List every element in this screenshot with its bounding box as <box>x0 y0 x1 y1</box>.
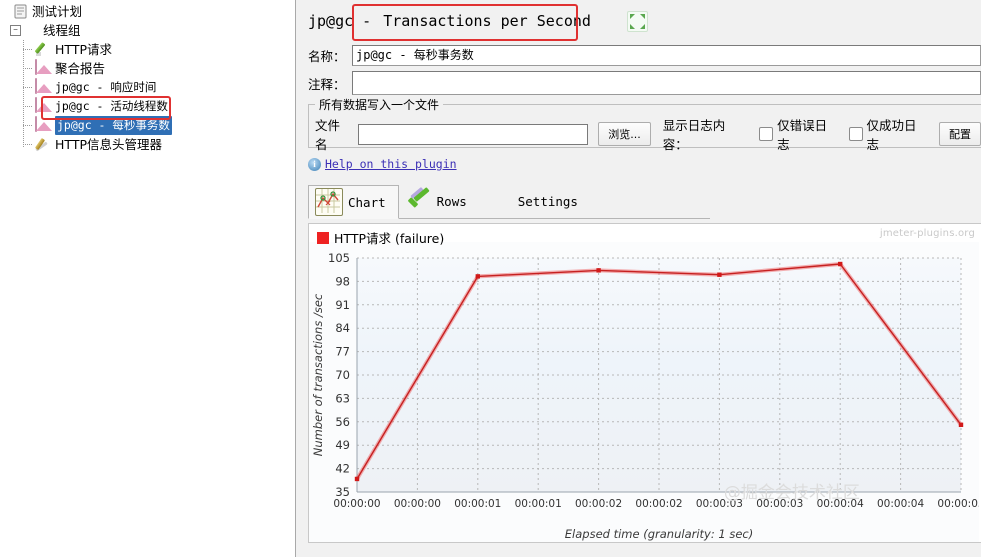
tree-item-label: jp@gc - 响应时间 <box>55 80 157 94</box>
tree-item-label: 聚合报告 <box>55 61 106 76</box>
checkbox-icon[interactable] <box>759 127 774 141</box>
filename-label: 文件名 <box>315 118 341 152</box>
svg-text:00:00:01: 00:00:01 <box>515 498 562 510</box>
graph-icon <box>35 78 52 96</box>
svg-text:49: 49 <box>335 438 350 452</box>
configure-button[interactable]: 配置 <box>938 122 981 146</box>
svg-text:105: 105 <box>328 251 350 265</box>
checkbox-success-only[interactable]: 仅成功日志 <box>848 115 929 153</box>
tree-item-test-plan[interactable]: 测试计划 <box>10 2 295 21</box>
log-display-label: 显示日志内容： <box>662 118 726 152</box>
panel-title-row: jp@gc - Transactions per Second <box>296 0 981 42</box>
tab-rows-label: Rows <box>436 194 467 209</box>
rows-check-icon <box>406 186 432 215</box>
svg-text:00:00:04: 00:00:04 <box>877 498 924 510</box>
plugin-watermark: jmeter-plugins.org <box>879 228 975 239</box>
svg-text:91: 91 <box>335 298 350 312</box>
tab-chart-label: Chart <box>348 194 386 210</box>
tree-expander[interactable]: − <box>10 25 21 36</box>
info-icon: i <box>308 157 321 171</box>
svg-text:00:00:00: 00:00:00 <box>333 498 380 510</box>
svg-text:Number of transactions /sec: Number of transactions /sec <box>311 293 325 456</box>
tree-item-transactions-per-second[interactable]: jp@gc - 每秒事务数 <box>2 116 295 135</box>
svg-text:77: 77 <box>335 345 350 359</box>
tps-chart[interactable]: HTTP请求 (failure) jmeter-plugins.org 35 42… <box>308 223 981 543</box>
name-field-row: 名称： jp@gc - 每秒事务数 <box>296 42 981 68</box>
comment-label: 注释： <box>308 76 346 92</box>
filename-input[interactable] <box>358 123 589 145</box>
browse-button[interactable]: 浏览... <box>598 122 651 146</box>
legend-label: HTTP请求 (failure) <box>334 231 445 246</box>
write-all-data-groupbox: 所有数据写入一个文件 文件名 浏览... 显示日志内容： 仅错误日志 仅成功日志… <box>308 96 981 152</box>
tree-item-label: 线程组 <box>43 23 81 38</box>
tree-item-label-selected: jp@gc - 每秒事务数 <box>55 116 172 135</box>
aggregate-report-icon <box>35 59 52 77</box>
comment-input[interactable] <box>352 71 981 95</box>
app-window: 测试计划 − 线程组 HTTP请求 聚合报告 jp@gc - 响应时间 jp@g… <box>0 0 981 557</box>
tree-item-http-request[interactable]: HTTP请求 <box>2 40 295 59</box>
svg-text:84: 84 <box>335 321 350 335</box>
settings-gear-icon <box>487 189 513 215</box>
test-plan-tree[interactable]: 测试计划 − 线程组 HTTP请求 聚合报告 jp@gc - 响应时间 jp@g… <box>0 0 295 154</box>
test-plan-icon <box>12 3 29 20</box>
checkbox-icon[interactable] <box>848 127 863 141</box>
svg-text:35: 35 <box>335 485 350 499</box>
tree-item-label: jp@gc - 活动线程数 <box>55 99 168 113</box>
svg-text:42: 42 <box>335 462 350 476</box>
title-annotation-box <box>352 4 578 41</box>
comment-field-row: 注释： <box>296 68 981 98</box>
tree-item-thread-group[interactable]: − 线程组 <box>10 21 295 40</box>
svg-text:00:00:05: 00:00:05 <box>937 498 979 510</box>
tree-item-aggregate-report[interactable]: 聚合报告 <box>2 59 295 78</box>
tab-chart[interactable]: Chart <box>308 185 399 219</box>
tree-item-label: HTTP信息头管理器 <box>55 137 162 152</box>
tree-item-label: HTTP请求 <box>55 42 112 57</box>
thread-group-icon <box>23 22 40 39</box>
tab-rows[interactable]: Rows <box>398 184 480 218</box>
svg-text:00:00:00: 00:00:00 <box>394 498 441 510</box>
name-input[interactable]: jp@gc - 每秒事务数 <box>352 44 981 66</box>
expand-icon[interactable] <box>626 10 648 32</box>
svg-text:00:00:02: 00:00:02 <box>635 498 682 510</box>
svg-text:56: 56 <box>335 415 350 429</box>
svg-text:00:00:02: 00:00:02 <box>575 498 622 510</box>
tab-settings-label: Settings <box>517 194 578 209</box>
name-label: 名称： <box>308 48 346 64</box>
svg-text:70: 70 <box>335 368 350 382</box>
tree-item-header-manager[interactable]: HTTP信息头管理器 <box>2 135 295 154</box>
graph-icon <box>35 116 52 134</box>
chart-canvas: 35 42 49 56 63 70 77 84 91 98 105 00:00:00 00:00:00 0… <box>309 242 979 542</box>
svg-text:@掘金会技术社区: @掘金会技术社区 <box>724 483 860 503</box>
http-request-icon <box>35 41 52 58</box>
tree-item-response-times[interactable]: jp@gc - 响应时间 <box>2 78 295 97</box>
checkbox-success-label: 仅成功日志 <box>866 118 917 152</box>
element-config-panel: jp@gc - Transactions per Second 名称： jp@g… <box>296 0 981 557</box>
graph-icon <box>35 97 52 115</box>
svg-text:63: 63 <box>335 391 350 405</box>
legend-swatch <box>317 231 329 244</box>
header-manager-icon <box>35 136 52 153</box>
test-plan-tree-panel: 测试计划 − 线程组 HTTP请求 聚合报告 jp@gc - 响应时间 jp@g… <box>0 0 296 557</box>
svg-text:98: 98 <box>335 274 350 288</box>
tab-settings[interactable]: Settings <box>479 184 591 218</box>
svg-text:Elapsed time (granularity: 1 s: Elapsed time (granularity: 1 sec) <box>565 527 753 541</box>
tree-item-active-threads[interactable]: jp@gc - 活动线程数 <box>2 97 295 116</box>
groupbox-title: 所有数据写入一个文件 <box>315 96 444 113</box>
checkbox-errors-label: 仅错误日志 <box>777 118 828 152</box>
chart-icon <box>315 188 343 216</box>
tree-item-label: 测试计划 <box>32 4 83 19</box>
help-link[interactable]: Help on this plugin <box>325 157 457 171</box>
svg-text:00:00:01: 00:00:01 <box>454 498 501 510</box>
view-tabs: Chart Rows Settings <box>308 182 710 219</box>
checkbox-errors-only[interactable]: 仅错误日志 <box>759 115 839 153</box>
